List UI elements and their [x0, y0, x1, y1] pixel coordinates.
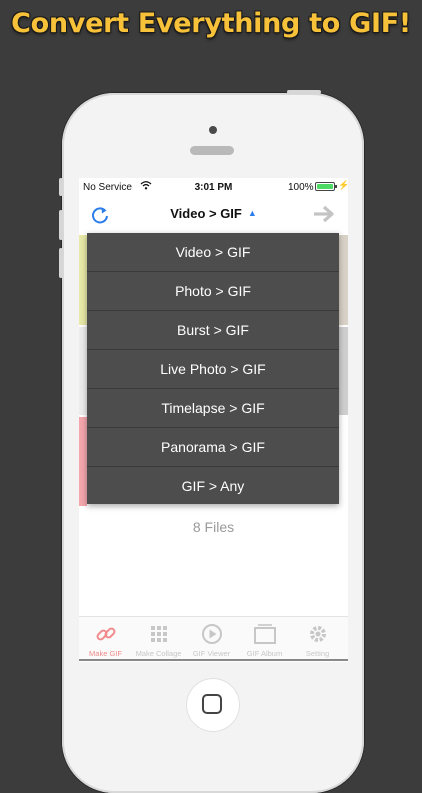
caret-up-icon: ▲ — [247, 208, 257, 218]
tab-make-gif[interactable]: Make GIF — [79, 617, 132, 661]
nav-title-label: Video > GIF — [170, 206, 242, 221]
tab-label: GIF Viewer — [192, 649, 231, 658]
nav-bar: Video > GIF ▲ — [79, 196, 348, 234]
earpiece-speaker — [190, 146, 234, 155]
tab-label: Setting — [305, 649, 330, 658]
battery-icon — [315, 182, 337, 191]
mode-selector[interactable]: Video > GIF ▲ — [79, 206, 348, 221]
menu-item-live-photo-gif[interactable]: Live Photo > GIF — [87, 350, 339, 389]
menu-item-timelapse-gif[interactable]: Timelapse > GIF — [87, 389, 339, 428]
home-square-icon — [202, 694, 222, 714]
thumbnail-strip-right — [339, 327, 348, 415]
tab-make-collage[interactable]: Make Collage — [132, 617, 185, 661]
link-icon — [96, 627, 116, 641]
grid-icon — [151, 626, 167, 642]
thumbnail-strip-left — [79, 417, 87, 506]
thumbnail-strip-left — [79, 327, 87, 415]
headline: Convert Everything to GIF! — [11, 8, 411, 39]
charging-icon: ⚡ — [338, 180, 348, 190]
tab-label: Make GIF — [89, 649, 122, 658]
tab-gif-viewer[interactable]: GIF Viewer — [185, 617, 238, 661]
menu-item-photo-gif[interactable]: Photo > GIF — [87, 272, 339, 311]
status-bar: No Service 3:01 PM 100% ⚡ — [79, 178, 348, 196]
menu-item-burst-gif[interactable]: Burst > GIF — [87, 311, 339, 350]
tab-bar: Make GIF Make Collage GIF Viewer GIF Alb… — [79, 616, 348, 661]
volume-up-button — [59, 210, 63, 240]
album-icon — [254, 624, 276, 644]
tab-label: GIF Album — [246, 649, 283, 658]
battery-percent: 100% — [288, 182, 314, 193]
front-camera — [209, 126, 217, 134]
tab-bar-divider — [79, 659, 348, 661]
thumbnail-strip-right — [339, 235, 348, 325]
silent-switch — [59, 178, 63, 196]
arrow-right-icon[interactable] — [312, 203, 336, 225]
menu-item-gif-any[interactable]: GIF > Any — [87, 467, 339, 505]
gear-icon — [310, 626, 326, 642]
menu-item-video-gif[interactable]: Video > GIF — [87, 233, 339, 272]
volume-down-button — [59, 248, 63, 278]
home-button[interactable] — [186, 678, 240, 732]
file-count: 8 Files — [192, 519, 235, 535]
play-icon — [202, 624, 222, 644]
power-button — [287, 90, 321, 94]
mode-dropdown-menu: Video > GIF Photo > GIF Burst > GIF Live… — [87, 233, 339, 504]
tab-setting[interactable]: Setting — [291, 617, 344, 661]
tab-label: Make Collage — [135, 649, 182, 658]
thumbnail-strip-left — [79, 235, 87, 325]
tab-gif-album[interactable]: GIF Album — [238, 617, 291, 661]
menu-item-panorama-gif[interactable]: Panorama > GIF — [87, 428, 339, 467]
